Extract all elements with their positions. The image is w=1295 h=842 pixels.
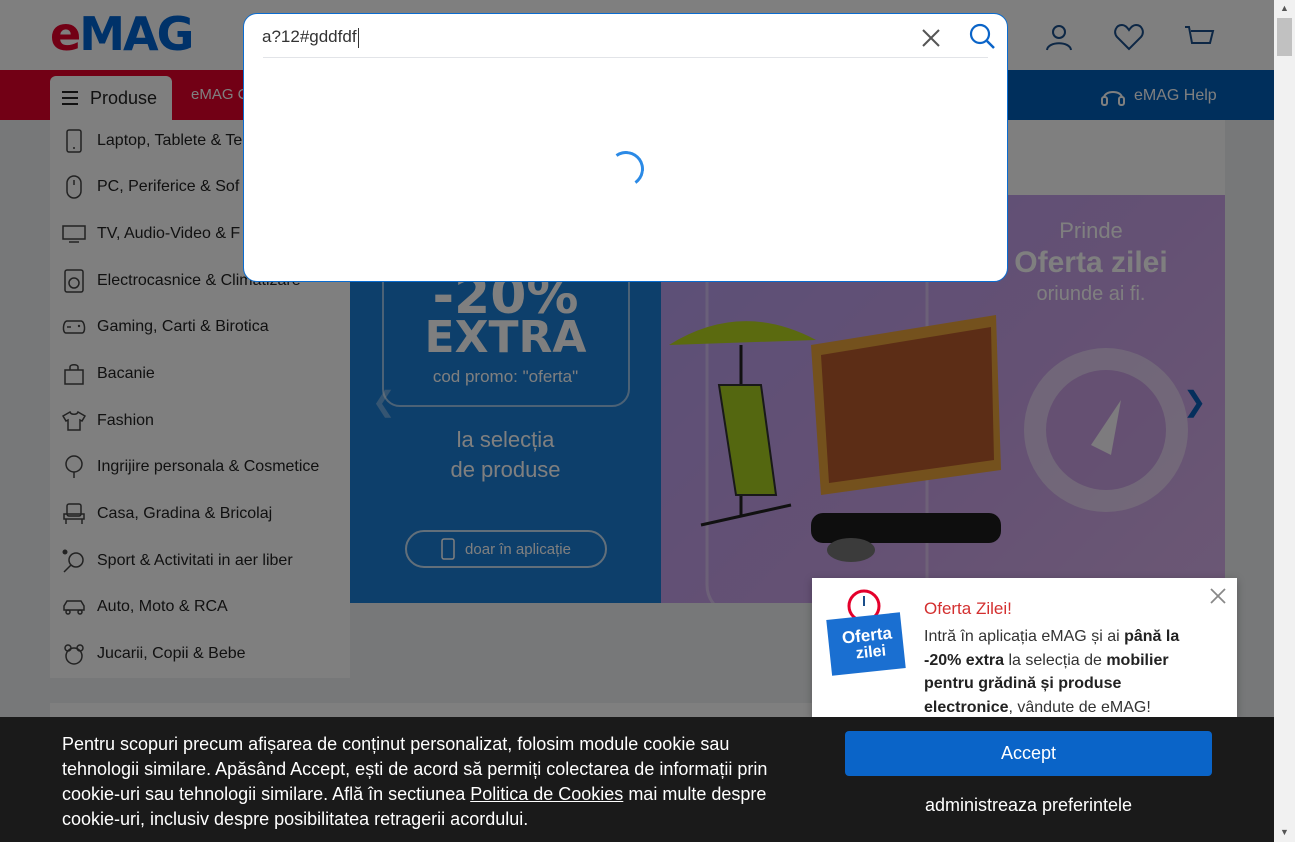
search-icon[interactable]: [968, 22, 996, 50]
search-input[interactable]: a?12#gddfdf: [262, 22, 592, 52]
popup-body-text: , vândute de eMAG!: [1008, 698, 1151, 716]
page-scrollbar[interactable]: ▲ ▼: [1274, 0, 1295, 842]
search-input-value: a?12#gddfdf: [262, 27, 357, 46]
popup-title: Oferta Zilei!: [924, 599, 1012, 618]
search-underline: [263, 57, 988, 58]
cookie-banner: Pentru scopuri precum afișarea de conțin…: [0, 717, 1274, 842]
cookie-policy-link[interactable]: Politica de Cookies: [470, 784, 623, 804]
scroll-thumb[interactable]: [1277, 18, 1292, 56]
oferta-zilei-popup: Oferta zilei Oferta Zilei! Intră în apli…: [812, 578, 1237, 718]
close-icon[interactable]: [1208, 586, 1228, 606]
oferta-zilei-badge: Oferta zilei: [826, 588, 906, 678]
manage-preferences-link[interactable]: administreaza preferintele: [845, 795, 1212, 816]
accept-button[interactable]: Accept: [845, 731, 1212, 776]
cookie-text: Pentru scopuri precum afișarea de conțin…: [62, 732, 807, 832]
close-icon[interactable]: [919, 26, 943, 50]
loading-spinner: [605, 148, 647, 190]
popup-body-text: la selecția de: [1004, 651, 1107, 669]
scroll-up-arrow[interactable]: ▲: [1274, 0, 1295, 17]
popup-body-text: Intră în aplicația eMAG și ai: [924, 628, 1125, 645]
scroll-down-arrow[interactable]: ▼: [1274, 824, 1295, 841]
text-caret: [357, 27, 359, 48]
popup-body: Intră în aplicația eMAG și ai până la -2…: [924, 625, 1214, 719]
search-dropdown: a?12#gddfdf: [243, 13, 1008, 282]
